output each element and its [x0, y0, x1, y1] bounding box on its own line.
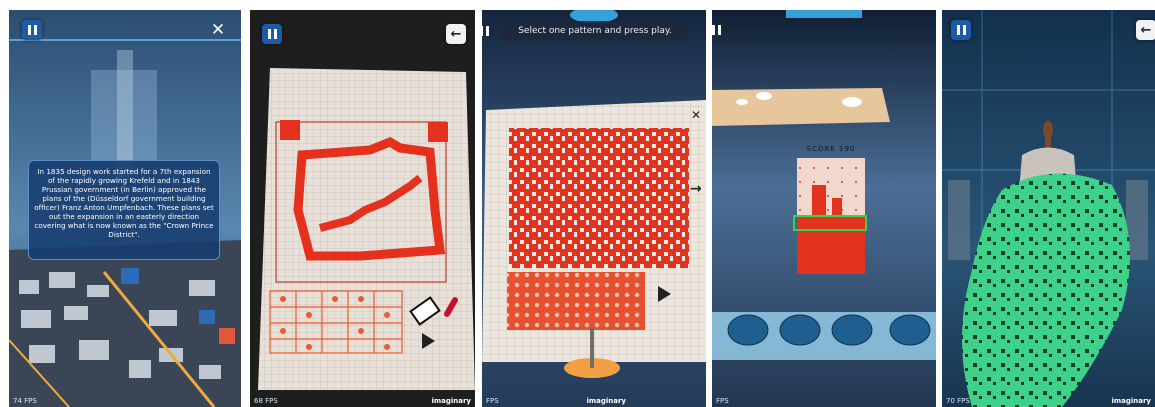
pause-button[interactable]	[22, 20, 42, 40]
info-popup: In 1835 design work started for a 7th ex…	[28, 160, 220, 260]
pause-icon	[482, 26, 489, 36]
drawing-board	[258, 68, 475, 390]
pause-icon	[27, 25, 37, 35]
info-text: In 1835 design work started for a 7th ex…	[34, 167, 214, 239]
panel-shawl-display: ← 70 FPS imaginary	[942, 10, 1155, 407]
loom-scene	[712, 10, 936, 407]
arrow-right-icon: →	[690, 181, 702, 197]
play-icon	[658, 286, 671, 302]
pause-button[interactable]	[951, 20, 971, 40]
imaginary-logo: imaginary	[431, 397, 471, 405]
panel-pattern-editor: ← 68 FPS imaginary	[250, 10, 475, 407]
fps-counter: 68 FPS	[254, 397, 278, 405]
arrow-left-icon: ←	[1140, 22, 1152, 38]
imaginary-logo: imaginary	[586, 397, 626, 405]
imaginary-logo: imaginary	[1111, 397, 1151, 405]
fps-counter: FPS	[486, 397, 499, 405]
close-board-button[interactable]: ✕	[691, 104, 705, 122]
pen-tool[interactable]	[440, 295, 460, 320]
arrow-left-icon: ←	[450, 26, 462, 42]
panel-pattern-select: Select one pattern and press play. ✕ → F…	[482, 10, 706, 407]
fps-counter: FPS	[716, 397, 729, 405]
fps-counter: 74 FPS	[13, 397, 37, 405]
pause-icon	[267, 29, 277, 39]
back-button[interactable]: ←	[446, 24, 466, 44]
panel-loom-game: SCORE 190 FPS	[712, 10, 936, 407]
pattern-board	[482, 10, 706, 407]
pause-button[interactable]	[262, 24, 282, 44]
back-button[interactable]: ←	[1136, 20, 1155, 40]
mannequin-scene	[942, 10, 1155, 407]
pause-icon	[956, 25, 966, 35]
close-icon: ✕	[210, 20, 226, 40]
play-button[interactable]	[656, 285, 674, 303]
fps-counter: 70 FPS	[946, 397, 970, 405]
instruction-message: Select one pattern and press play.	[502, 21, 688, 41]
next-pattern-button[interactable]: →	[690, 178, 706, 197]
close-icon: ✕	[691, 108, 702, 122]
quill-icon	[442, 295, 460, 319]
score-display: SCORE 190	[806, 145, 856, 153]
panel-city-history: ✕ In 1835 design work started for a 7th …	[9, 10, 241, 407]
pause-icon	[712, 25, 721, 35]
play-button[interactable]	[420, 332, 438, 350]
pause-button[interactable]	[482, 21, 494, 41]
close-button[interactable]: ✕	[208, 20, 228, 40]
pause-button[interactable]	[712, 20, 726, 40]
play-icon	[422, 333, 435, 349]
